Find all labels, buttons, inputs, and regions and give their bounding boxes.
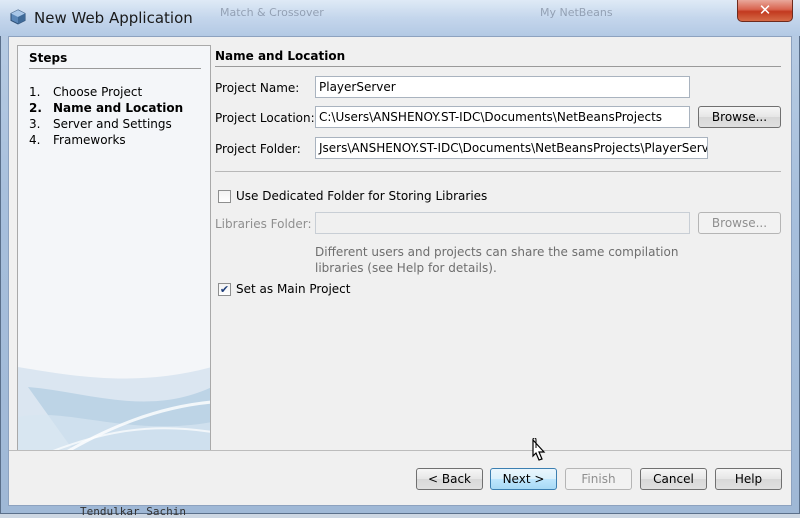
dedicated-folder-label[interactable]: Use Dedicated Folder for Storing Librari… [236,189,487,203]
step-item-active: 2. Name and Location [29,101,183,115]
step-item: 4. Frameworks [29,133,126,147]
steps-panel: Steps 1. Choose Project 2. Name and Locati… [17,45,211,458]
libraries-folder-label: Libraries Folder: [215,217,312,231]
close-icon: ✕ [758,1,772,19]
project-name-input[interactable]: PlayerServer [315,76,690,98]
next-button[interactable]: Next > [490,468,557,490]
underlying-window-text: Tendulkar Sachin [80,505,186,518]
step-item: 3. Server and Settings [29,117,172,131]
dedicated-folder-checkbox[interactable] [218,190,231,203]
title-bar[interactable]: New Web Application Match & Crossover My… [0,0,800,36]
libraries-browse-button[interactable]: Browse... [698,212,781,234]
step-number: 4. [29,133,41,147]
step-label: Server and Settings [53,117,172,131]
background-tab: Match & Crossover [220,6,324,19]
hint-line: libraries (see Help for details). [315,261,497,275]
form-divider [215,171,781,172]
project-location-input[interactable]: C:\Users\ANSHENOY.ST-IDC\Documents\NetBe… [315,106,690,128]
libraries-hint: Different users and projects can share t… [315,244,695,276]
step-label: Name and Location [53,101,184,115]
main-project-label[interactable]: Set as Main Project [236,282,350,296]
step-number: 2. [29,101,42,115]
section-divider [215,66,781,67]
browse-button[interactable]: Browse... [698,106,781,128]
steps-divider [29,68,201,69]
cancel-button[interactable]: Cancel [640,468,707,490]
mouse-pointer-icon [532,438,546,461]
back-button[interactable]: < Back [416,468,483,490]
step-label: Choose Project [53,85,143,99]
step-number: 1. [29,85,41,99]
project-folder-field[interactable]: Jsers\ANSHENOY.ST-IDC\Documents\NetBeans… [315,137,708,159]
close-button[interactable]: ✕ [737,0,793,22]
section-title: Name and Location [215,49,346,63]
hint-line: Different users and projects can share t… [315,245,679,259]
main-project-checkbox[interactable]: ✔ [218,283,231,296]
decorative-swoosh-graphic [18,367,210,457]
step-item: 1. Choose Project [29,85,142,99]
libraries-folder-input[interactable] [315,212,690,234]
project-location-label: Project Location: [215,111,315,125]
background-tab: My NetBeans [540,6,613,19]
project-name-label: Project Name: [215,81,300,95]
help-button[interactable]: Help [715,468,782,490]
window-title: New Web Application [34,9,193,27]
steps-heading: Steps [29,51,68,65]
step-label: Frameworks [53,133,126,147]
dialog-content: Steps 1. Choose Project 2. Name and Locati… [8,36,792,506]
project-folder-label: Project Folder: [215,142,301,156]
app-cube-icon [10,9,26,25]
button-bar: < Back Next > Finish Cancel Help [9,451,791,505]
finish-button[interactable]: Finish [565,468,632,490]
checkmark-icon: ✔ [219,283,230,296]
step-number: 3. [29,117,41,131]
